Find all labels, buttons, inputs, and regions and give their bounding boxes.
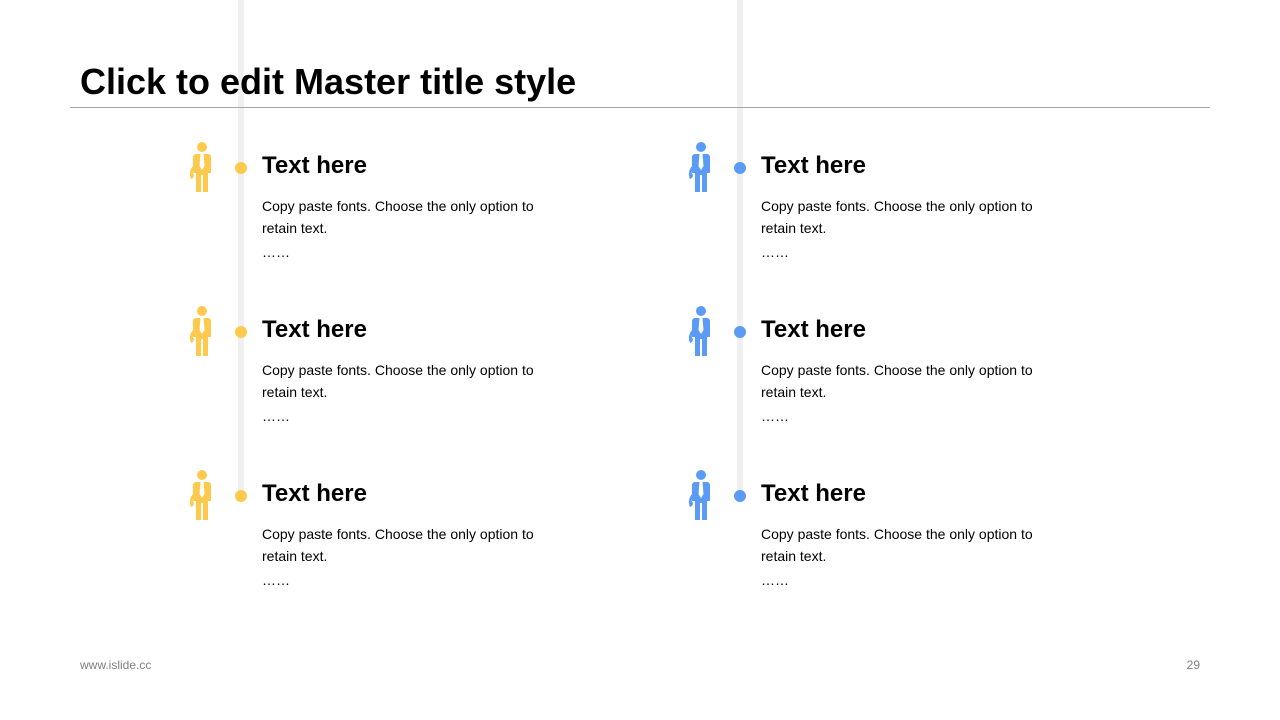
timeline-item-left-2: Text here Copy paste fonts. Choose the o… bbox=[187, 306, 607, 456]
businessman-icon bbox=[686, 470, 716, 520]
timeline-item-right-3: Text here Copy paste fonts. Choose the o… bbox=[686, 470, 1106, 620]
item-body: Copy paste fonts. Choose the only option… bbox=[262, 198, 534, 236]
timeline-dot bbox=[734, 490, 746, 502]
item-body: Copy paste fonts. Choose the only option… bbox=[761, 362, 1033, 400]
item-ellipsis: …… bbox=[262, 572, 290, 588]
businessman-icon bbox=[187, 142, 217, 192]
timeline-dot bbox=[734, 162, 746, 174]
item-heading: Text here bbox=[262, 316, 367, 343]
timeline-item-left-1: Text here Copy paste fonts. Choose the o… bbox=[187, 142, 607, 292]
item-body: Copy paste fonts. Choose the only option… bbox=[262, 362, 534, 400]
timeline-item-right-1: Text here Copy paste fonts. Choose the o… bbox=[686, 142, 1106, 292]
item-ellipsis: …… bbox=[761, 408, 789, 424]
item-ellipsis: …… bbox=[761, 244, 789, 260]
item-heading: Text here bbox=[761, 480, 866, 507]
timeline-dot bbox=[235, 162, 247, 174]
footer-url: www.islide.cc bbox=[80, 658, 152, 672]
item-body: Copy paste fonts. Choose the only option… bbox=[761, 526, 1033, 564]
page-number: 29 bbox=[1186, 658, 1200, 672]
timeline-dot bbox=[235, 490, 247, 502]
item-heading: Text here bbox=[262, 480, 367, 507]
slide-title: Click to edit Master title style bbox=[80, 61, 577, 102]
item-ellipsis: …… bbox=[262, 408, 290, 424]
businessman-icon bbox=[686, 306, 716, 356]
timeline-dot bbox=[235, 326, 247, 338]
timeline-dot bbox=[734, 326, 746, 338]
timeline-item-right-2: Text here Copy paste fonts. Choose the o… bbox=[686, 306, 1106, 456]
item-ellipsis: …… bbox=[262, 244, 290, 260]
businessman-icon bbox=[187, 306, 217, 356]
item-body: Copy paste fonts. Choose the only option… bbox=[262, 526, 534, 564]
businessman-icon bbox=[686, 142, 716, 192]
timeline-item-left-3: Text here Copy paste fonts. Choose the o… bbox=[187, 470, 607, 620]
item-body: Copy paste fonts. Choose the only option… bbox=[761, 198, 1033, 236]
item-heading: Text here bbox=[262, 152, 367, 179]
item-ellipsis: …… bbox=[761, 572, 789, 588]
item-heading: Text here bbox=[761, 316, 866, 343]
item-heading: Text here bbox=[761, 152, 866, 179]
businessman-icon bbox=[187, 470, 217, 520]
title-divider bbox=[70, 107, 1210, 108]
